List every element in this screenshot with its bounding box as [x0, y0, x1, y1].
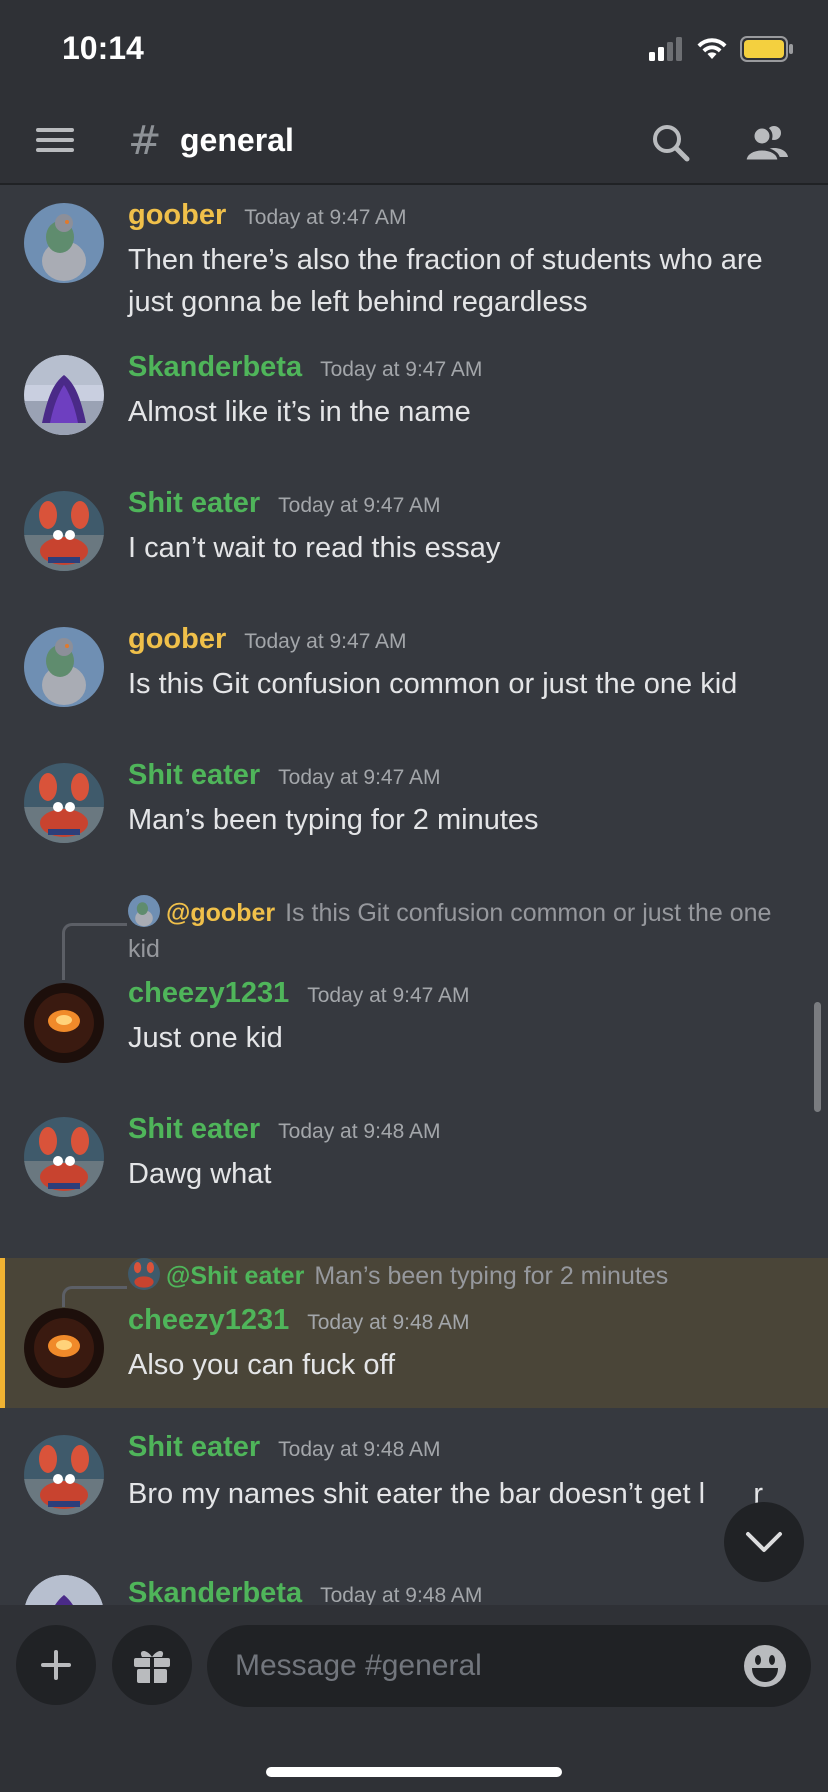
timestamp: Today at 9:48 AM	[278, 1120, 441, 1143]
username[interactable]: Skanderbeta	[128, 351, 302, 384]
message-meta: Skanderbeta Today at 9:48 AM	[128, 1577, 482, 1605]
timestamp: Today at 9:48 AM	[320, 1584, 483, 1605]
message-meta: goober Today at 9:47 AM	[128, 199, 407, 232]
username[interactable]: Shit eater	[128, 487, 260, 520]
reply-connector	[62, 923, 127, 980]
username[interactable]: goober	[128, 623, 226, 656]
members-icon[interactable]	[742, 118, 792, 168]
timestamp: Today at 9:48 AM	[307, 1311, 470, 1334]
hamburger-icon[interactable]	[36, 122, 76, 162]
message-text: Just one kid	[128, 1022, 283, 1054]
avatar-cheezy[interactable]	[24, 983, 104, 1063]
channel-name[interactable]: general	[180, 122, 294, 159]
username[interactable]: Shit eater	[128, 1113, 260, 1146]
status-time: 10:14	[62, 30, 144, 66]
message-text: Almost like it’s in the name	[128, 396, 471, 428]
reply-connector	[62, 1286, 127, 1307]
message-text: I can’t wait to read this essay	[128, 532, 501, 564]
message-text: Then there’s also the fraction of studen…	[128, 244, 763, 318]
timestamp: Today at 9:47 AM	[278, 766, 441, 789]
message-text: Bro my names shit eater the bar doesn’t …	[128, 1478, 764, 1510]
channel-hash-icon: #	[128, 118, 162, 164]
timestamp: Today at 9:47 AM	[278, 494, 441, 517]
avatar-cheezy[interactable]	[24, 1308, 104, 1388]
avatar-skanderbeta[interactable]	[24, 355, 104, 435]
timestamp: Today at 9:47 AM	[244, 206, 407, 229]
top-bar: 10:14 # general	[0, 0, 828, 185]
timestamp: Today at 9:47 AM	[244, 630, 407, 653]
message-meta: Skanderbeta Today at 9:47 AM	[128, 351, 482, 384]
message-meta: Shit eater Today at 9:47 AM	[128, 487, 440, 520]
message-meta: cheezy1231 Today at 9:48 AM	[128, 1304, 470, 1337]
username[interactable]: cheezy1231	[128, 977, 289, 1010]
message-meta: Shit eater Today at 9:48 AM	[128, 1113, 440, 1146]
avatar-pigeon[interactable]	[24, 203, 104, 283]
wifi-icon	[697, 38, 727, 59]
message-meta: goober Today at 9:47 AM	[128, 623, 407, 656]
reply-avatar	[128, 1258, 160, 1290]
timestamp: Today at 9:47 AM	[307, 984, 470, 1007]
message-meta: Shit eater Today at 9:48 AM	[128, 1431, 440, 1464]
reply-preview[interactable]: @goober Is this Git confusion common or j…	[128, 895, 788, 967]
avatar-crab[interactable]	[24, 491, 104, 571]
message-text: Also you can fuck off	[128, 1349, 396, 1381]
avatar-skanderbeta[interactable]	[24, 1575, 104, 1605]
message-meta: Shit eater Today at 9:47 AM	[128, 759, 440, 792]
message-meta: cheezy1231 Today at 9:47 AM	[128, 977, 470, 1010]
timestamp: Today at 9:47 AM	[320, 358, 483, 381]
timestamp: Today at 9:48 AM	[278, 1438, 441, 1461]
message-list[interactable]: goober Today at 9:47 AM Then there’s als…	[0, 185, 828, 1605]
message-composer	[0, 1605, 828, 1792]
message-input[interactable]	[207, 1625, 811, 1707]
avatar-crab[interactable]	[24, 1435, 104, 1515]
username[interactable]: goober	[128, 199, 226, 232]
username[interactable]: Shit eater	[128, 759, 260, 792]
reply-mention[interactable]: @Shit eater	[166, 1262, 304, 1290]
reply-avatar	[128, 895, 160, 927]
message-text: Is this Git confusion common or just the…	[128, 668, 738, 700]
avatar-crab[interactable]	[24, 763, 104, 843]
channel-header: # general	[0, 100, 828, 184]
chevron-down-icon[interactable]	[724, 1502, 804, 1582]
emoji-icon[interactable]	[742, 1643, 788, 1689]
battery-icon	[740, 36, 793, 62]
reply-mention[interactable]: @goober	[166, 899, 275, 927]
avatar-pigeon[interactable]	[24, 627, 104, 707]
reply-text: Man’s been typing for 2 minutes	[314, 1262, 669, 1290]
signal-icon	[649, 37, 682, 61]
username[interactable]: Shit eater	[128, 1431, 260, 1464]
home-indicator[interactable]	[266, 1767, 562, 1777]
message-text: Man’s been typing for 2 minutes	[128, 804, 539, 836]
gift-icon[interactable]	[112, 1625, 192, 1705]
plus-icon[interactable]	[16, 1625, 96, 1705]
status-icons	[648, 34, 794, 64]
reply-preview[interactable]: @Shit eater Man’s been typing for 2 minut…	[128, 1258, 788, 1294]
avatar-crab[interactable]	[24, 1117, 104, 1197]
username[interactable]: Skanderbeta	[128, 1577, 302, 1605]
search-icon[interactable]	[646, 118, 696, 168]
message-text: Dawg what	[128, 1158, 272, 1190]
username[interactable]: cheezy1231	[128, 1304, 289, 1337]
scrollbar[interactable]	[814, 1002, 821, 1112]
